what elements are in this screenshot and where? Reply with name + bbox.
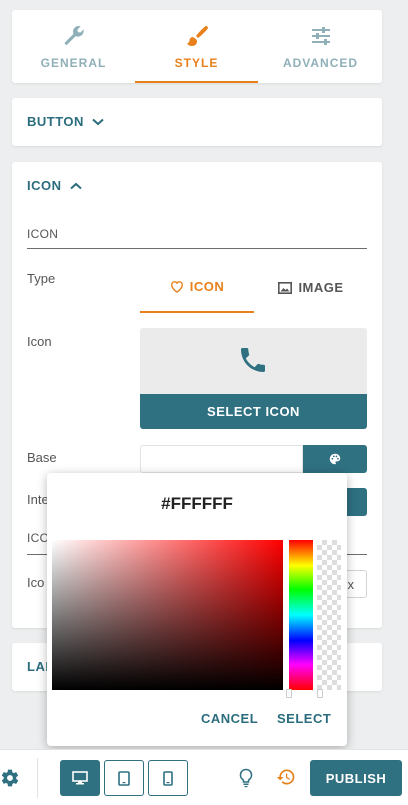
select-button[interactable]: SELECT (277, 711, 331, 726)
mobile-icon (163, 770, 173, 786)
divider (27, 248, 367, 249)
panel-tabs: GENERAL STYLE ADVANCED (12, 10, 382, 83)
icon-section-header[interactable]: ICON (27, 178, 82, 193)
lightbulb-icon[interactable] (238, 768, 254, 788)
tab-style-label: STYLE (174, 56, 219, 70)
base-color-picker-button[interactable] (303, 445, 367, 473)
type-option-icon[interactable]: ICON (140, 262, 254, 313)
gear-icon[interactable] (0, 768, 20, 788)
brush-icon (186, 26, 208, 46)
icon-subheading: ICON (27, 227, 59, 241)
type-label: Type (27, 271, 56, 286)
tab-advanced-label: ADVANCED (282, 56, 359, 70)
color-picker-popup: #FFFFFF CANCEL SELECT (47, 473, 347, 746)
color-hex-value: #FFFFFF (161, 494, 233, 513)
desktop-icon (72, 771, 88, 785)
cancel-button[interactable]: CANCEL (201, 711, 258, 726)
history-icon[interactable] (276, 767, 296, 787)
saturation-value-area[interactable] (52, 540, 283, 690)
sliders-icon (311, 27, 330, 45)
tab-advanced[interactable]: ADVANCED (259, 10, 382, 83)
icon-label: Icon (27, 334, 52, 349)
palette-icon (329, 453, 341, 465)
icon-preview[interactable] (140, 328, 367, 394)
phone-icon (241, 348, 265, 372)
chevron-up-icon (69, 182, 82, 189)
tablet-icon (118, 770, 130, 786)
bottom-toolbar: PUBLISH (0, 749, 408, 805)
wrench-icon (64, 25, 84, 45)
toolbar-divider (37, 758, 38, 798)
type-option-icon-label: ICON (189, 279, 225, 294)
hue-slider-handle[interactable] (286, 689, 292, 698)
mobile-view-button[interactable] (148, 760, 188, 796)
hue-slider[interactable] (289, 540, 313, 690)
alpha-slider[interactable] (317, 540, 341, 690)
base-color-label: Base (27, 450, 57, 465)
button-section-title: BUTTON (27, 114, 84, 129)
chevron-down-icon (92, 118, 104, 125)
tablet-view-button[interactable] (104, 760, 144, 796)
type-option-image-label: IMAGE (298, 280, 344, 295)
button-section[interactable]: BUTTON (12, 98, 382, 146)
image-icon (278, 281, 293, 294)
icon-size-label: Ico (27, 575, 45, 590)
heart-icon (170, 281, 183, 293)
button-section-header[interactable]: BUTTON (27, 114, 104, 129)
publish-button[interactable]: PUBLISH (310, 760, 402, 796)
desktop-view-button[interactable] (60, 760, 100, 796)
icon-section-title: ICON (27, 178, 62, 193)
tab-general[interactable]: GENERAL (12, 10, 135, 83)
tab-style[interactable]: STYLE (135, 10, 258, 83)
base-color-input[interactable] (140, 445, 303, 473)
tab-general-label: GENERAL (40, 56, 107, 70)
interaction-color-label: Inte (27, 492, 49, 507)
select-icon-button[interactable]: SELECT ICON (140, 394, 367, 429)
type-option-image[interactable]: IMAGE (254, 262, 368, 313)
alpha-slider-handle[interactable] (317, 689, 323, 698)
icon-size-subheading: ICO (27, 531, 50, 545)
